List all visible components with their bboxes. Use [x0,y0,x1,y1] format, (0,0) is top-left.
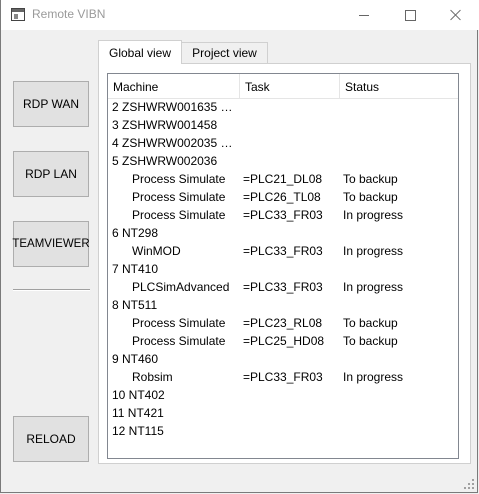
rdp-wan-button[interactable]: RDP WAN [13,81,89,127]
maximize-button[interactable] [387,0,433,30]
application-name: Process Simulate [132,316,226,330]
column-header-machine[interactable]: Machine [108,74,240,98]
status-cell: To backup [343,190,398,204]
tree-machine-row[interactable]: 3 ZSHWRW001458 [108,117,458,135]
tree-machine-row[interactable]: 5 ZSHWRW002036 [108,153,458,171]
status-cell: To backup [343,334,398,348]
machine-name: 8 NT511 [112,298,158,312]
task-cell: =PLC25_HD08 [243,334,325,348]
application-name: WinMOD [132,244,181,258]
application-name: Robsim [132,370,173,384]
machine-tree[interactable]: Machine Task Status 2 ZSHWRW001635 SZ...… [107,73,459,459]
reload-button[interactable]: RELOAD [13,416,89,462]
tree-child-row[interactable]: Process Simulate =PLC23_RL08 To backup [108,315,458,333]
close-button[interactable] [433,0,479,30]
status-cell: To backup [343,172,398,186]
tree-rows: 2 ZSHWRW001635 SZ... 3 ZSHWRW001458 4 ZSHW… [108,99,458,441]
tree-machine-row[interactable]: 8 NT511 [108,297,458,315]
machine-name: 9 NT460 [112,352,159,366]
title-bar[interactable]: Remote VIBN [1,0,479,30]
application-name: Process Simulate [132,172,226,186]
machine-name: 7 NT410 [112,262,159,276]
tree-machine-row[interactable]: 2 ZSHWRW001635 SZ... [108,99,458,117]
machine-name: 5 ZSHWRW002036 [112,154,218,168]
tree-machine-row[interactable]: 7 NT410 [108,261,458,279]
tree-child-row[interactable]: Process Simulate =PLC25_HD08 To backup [108,333,458,351]
application-name: Process Simulate [132,334,226,348]
task-cell: =PLC33_FR03 [243,244,323,258]
tree-machine-row[interactable]: 9 NT460 [108,351,458,369]
task-cell: =PLC23_RL08 [243,316,323,330]
resize-grip-icon[interactable] [464,479,474,489]
tree-machine-row[interactable]: 11 NT421 [108,405,458,423]
tree-child-row[interactable]: Process Simulate =PLC21_DL08 To backup [108,171,458,189]
teamviewer-button[interactable]: TEAMVIEWER [12,221,90,267]
application-name: Process Simulate [132,190,226,204]
status-cell: In progress [343,280,404,294]
tree-machine-row[interactable]: 4 ZSHWRW002035 BA... [108,135,458,153]
tree-machine-row[interactable]: 12 NT115 [108,423,458,441]
machine-name: 4 ZSHWRW002035 BA... [112,136,240,150]
maximize-icon [404,9,416,21]
minimize-button[interactable] [341,0,387,30]
main-window: Remote VIBN RDP WAN RDP LAN TEAMVIEWER R… [0,0,479,493]
app-window-icon [11,8,25,21]
rdp-lan-button[interactable]: RDP LAN [13,151,89,197]
machine-name: 11 NT421 [112,406,164,420]
status-cell: To backup [343,316,398,330]
sidebar-separator [13,289,90,291]
task-cell: =PLC33_FR03 [243,280,323,294]
machine-name: 6 NT298 [112,226,159,240]
close-icon [450,9,462,21]
tree-machine-row[interactable]: 10 NT402 [108,387,458,405]
tree-child-row[interactable]: WinMOD =PLC33_FR03 In progress [108,243,458,261]
application-name: Process Simulate [132,208,226,222]
tree-machine-row[interactable]: 6 NT298 [108,225,458,243]
task-cell: =PLC26_TL08 [243,190,321,204]
tree-child-row[interactable]: Robsim =PLC33_FR03 In progress [108,369,458,387]
status-cell: In progress [343,370,404,384]
status-cell: In progress [343,208,404,222]
task-cell: =PLC21_DL08 [243,172,323,186]
machine-name: 3 ZSHWRW001458 [112,118,218,132]
status-cell: In progress [343,244,404,258]
task-cell: =PLC33_FR03 [243,370,323,384]
machine-name: 12 NT115 [112,424,164,438]
tab-global-view[interactable]: Global view [98,40,182,64]
machine-name: 10 NT402 [112,388,165,402]
tree-child-row[interactable]: Process Simulate =PLC33_FR03 In progress [108,207,458,225]
tree-header: Machine Task Status [108,74,458,99]
minimize-icon [359,14,369,16]
column-header-status[interactable]: Status [340,74,458,98]
task-cell: =PLC33_FR03 [243,208,323,222]
tab-project-view[interactable]: Project view [182,42,268,64]
window-title: Remote VIBN [32,7,106,21]
column-header-task[interactable]: Task [240,74,340,98]
tree-child-row[interactable]: Process Simulate =PLC26_TL08 To backup [108,189,458,207]
machine-name: 2 ZSHWRW001635 SZ... [112,100,240,114]
application-name: PLCSimAdvanced [132,280,230,294]
tree-child-row[interactable]: PLCSimAdvanced =PLC33_FR03 In progress [108,279,458,297]
